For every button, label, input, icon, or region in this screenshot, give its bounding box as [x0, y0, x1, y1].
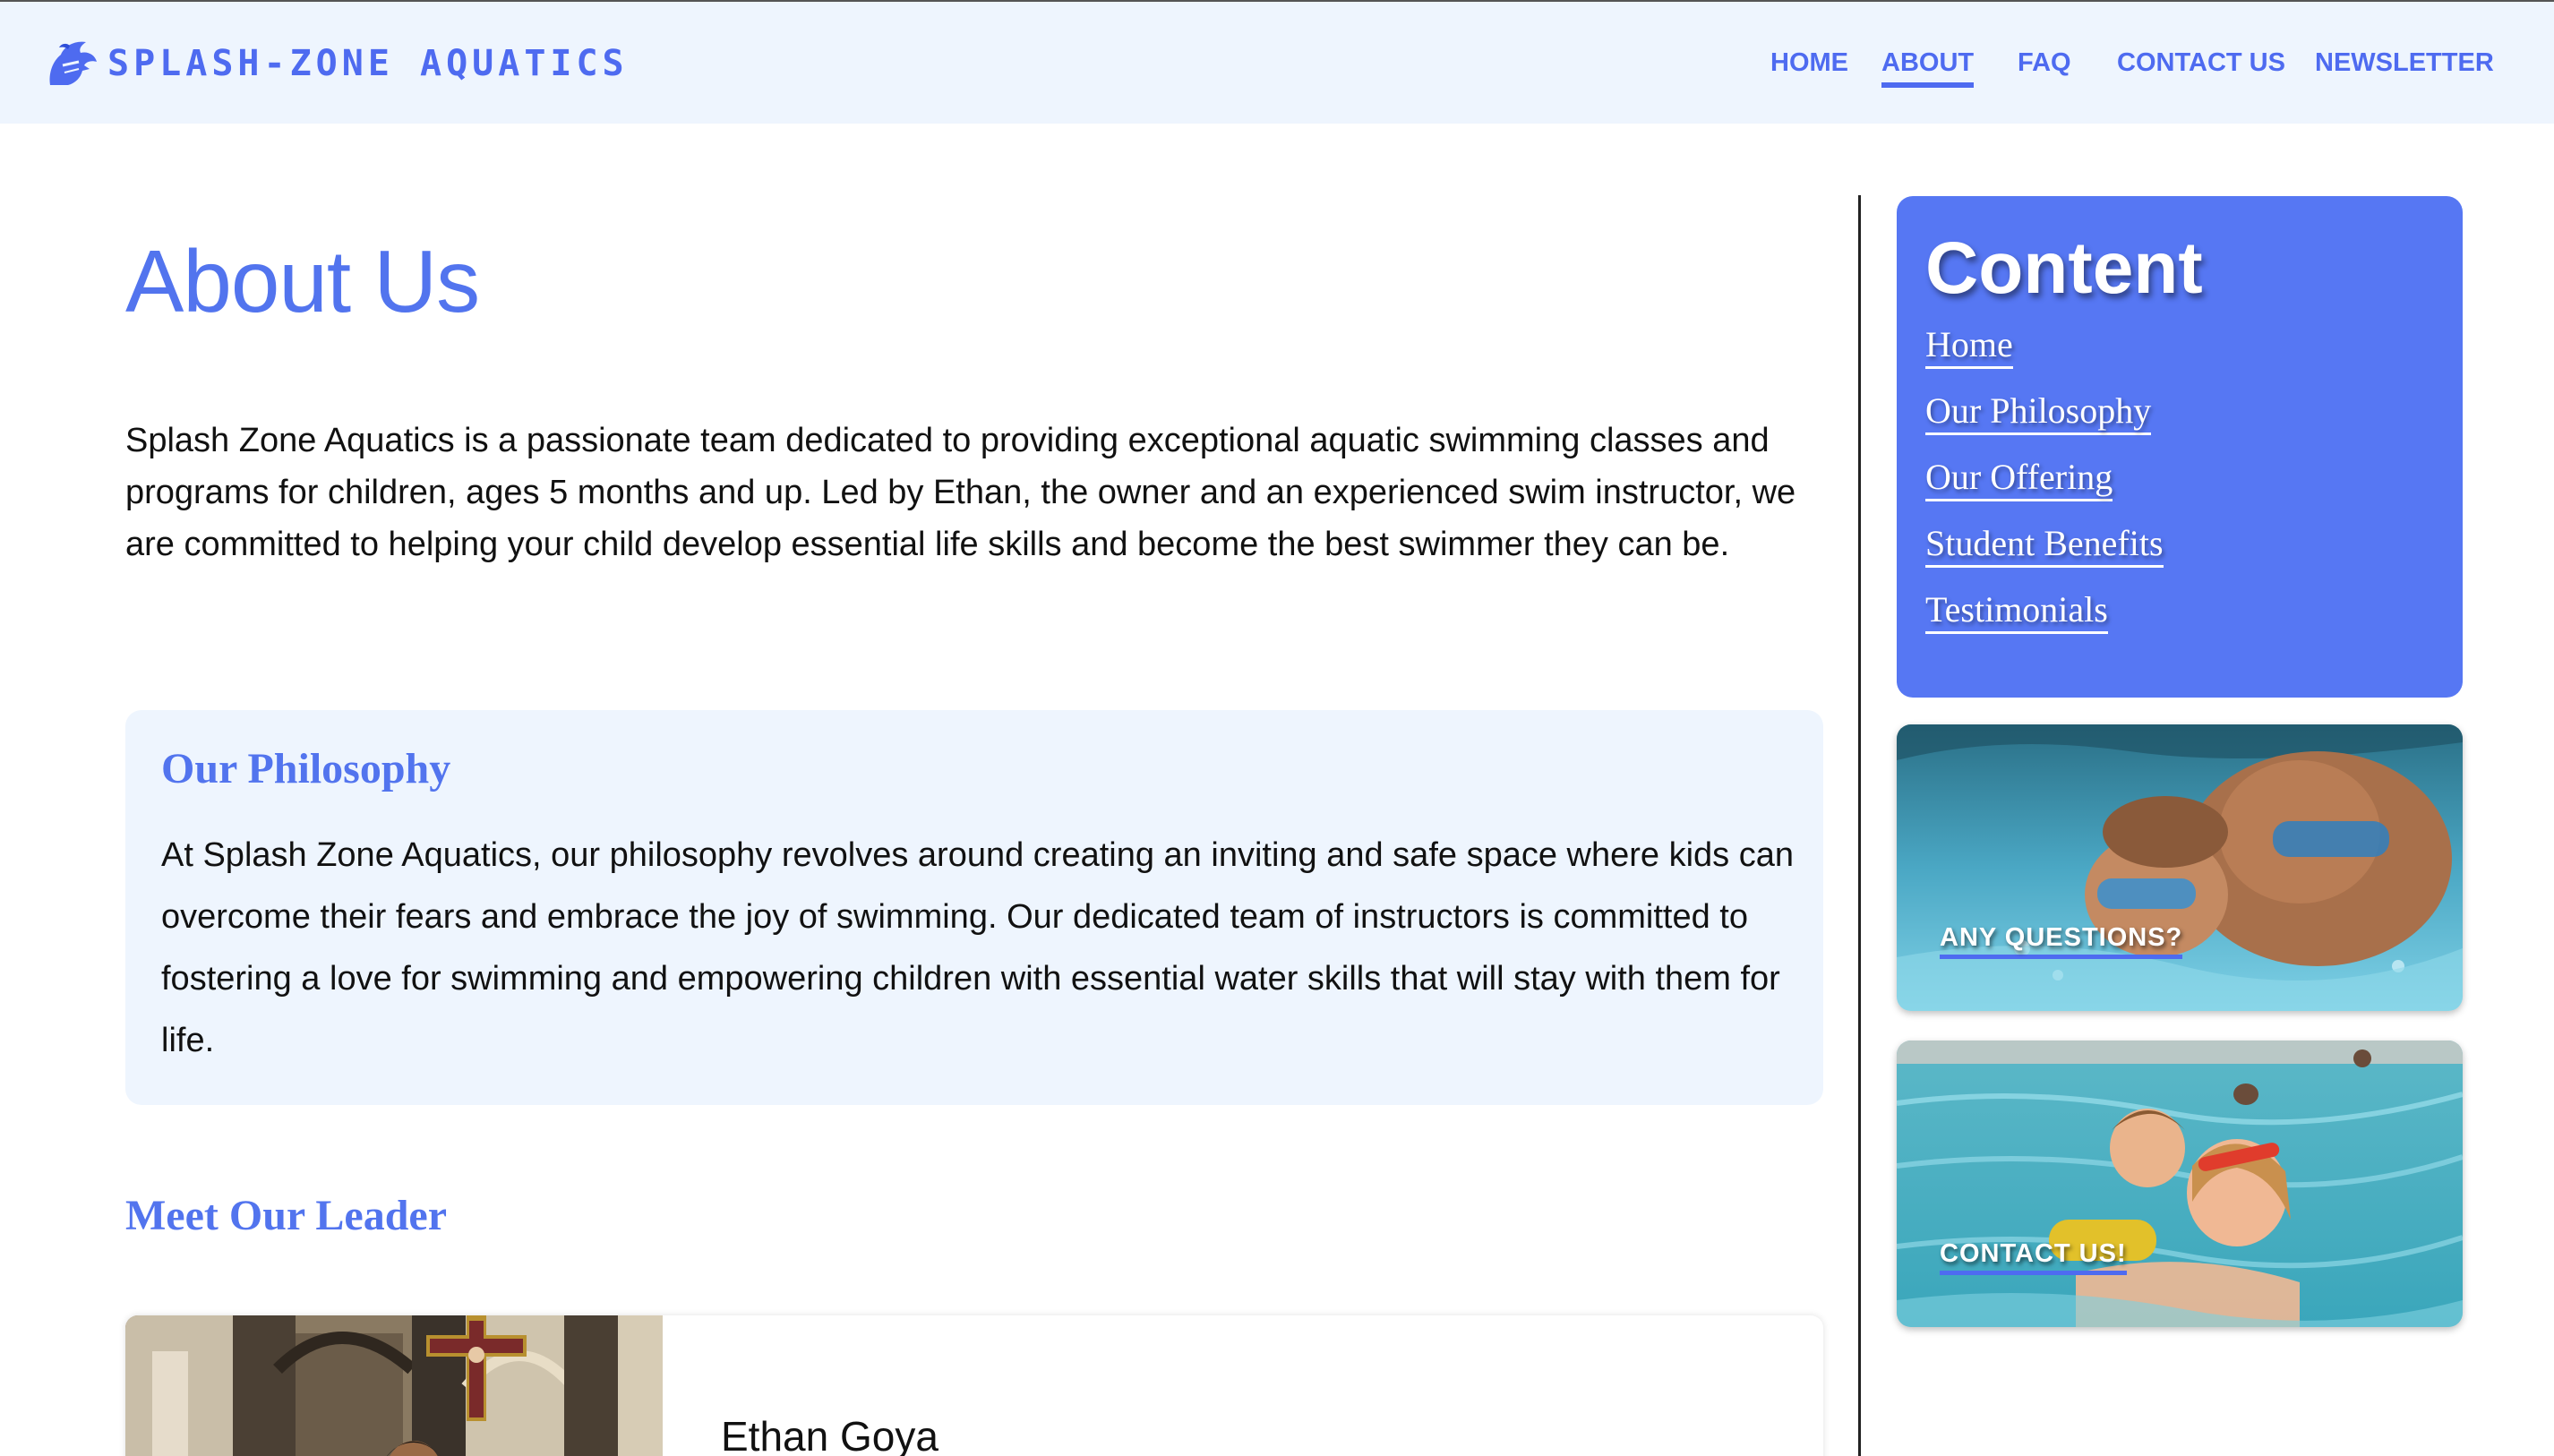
philosophy-text: At Splash Zone Aquatics, our philosophy …: [161, 836, 1794, 1059]
leader-photo: [125, 1315, 663, 1456]
underwater-swimmers-image: [1897, 724, 2463, 1011]
philosophy-section: Our Philosophy At Splash Zone Aquatics, …: [125, 710, 1823, 1105]
nav-contact-us[interactable]: CONTACT US: [2117, 48, 2285, 78]
intro-paragraph: Splash Zone Aquatics is a passionate tea…: [125, 422, 1796, 563]
content-link-offering[interactable]: Our Offering: [1925, 457, 2113, 501]
promo-label-contact-us[interactable]: CONTACT US!: [1940, 1239, 2127, 1275]
content-link-testimonials[interactable]: Testimonials: [1925, 589, 2108, 634]
pool-kids-image: [1897, 1041, 2463, 1327]
site-header: SPLASH-ZONE AQUATICS HOME ABOUT FAQ CONT…: [0, 0, 2554, 124]
nav-about[interactable]: ABOUT: [1881, 48, 1975, 88]
leader-card: Ethan Goya: [125, 1315, 1823, 1456]
promo-contact-us[interactable]: CONTACT US!: [1897, 1041, 2463, 1327]
nav-home[interactable]: HOME: [1770, 48, 1848, 78]
content-panel: Content Home Our Philosophy Our Offering…: [1897, 196, 2463, 698]
content-links: Home Our Philosophy Our Offering Student…: [1925, 323, 2164, 655]
page-title: About Us: [125, 232, 480, 330]
promo-any-questions[interactable]: ANY QUESTIONS?: [1897, 724, 2463, 1011]
nav-faq[interactable]: FAQ: [2018, 48, 2071, 78]
nav-newsletter[interactable]: NEWSLETTER: [2315, 48, 2494, 78]
leader-name: Ethan Goya: [721, 1413, 938, 1456]
column-divider: [1858, 195, 1861, 1456]
leader-heading: Meet Our Leader: [125, 1192, 447, 1239]
main-nav: HOME ABOUT FAQ CONTACT US NEWSLETTER: [0, 48, 2554, 88]
content-link-student-benefits[interactable]: Student Benefits: [1925, 523, 2164, 568]
content-panel-title: Content: [1925, 227, 2203, 309]
content-link-home[interactable]: Home: [1925, 324, 2013, 369]
content-link-philosophy[interactable]: Our Philosophy: [1925, 390, 2152, 435]
philosophy-heading: Our Philosophy: [161, 745, 451, 792]
promo-label-any-questions[interactable]: ANY QUESTIONS?: [1940, 923, 2183, 959]
